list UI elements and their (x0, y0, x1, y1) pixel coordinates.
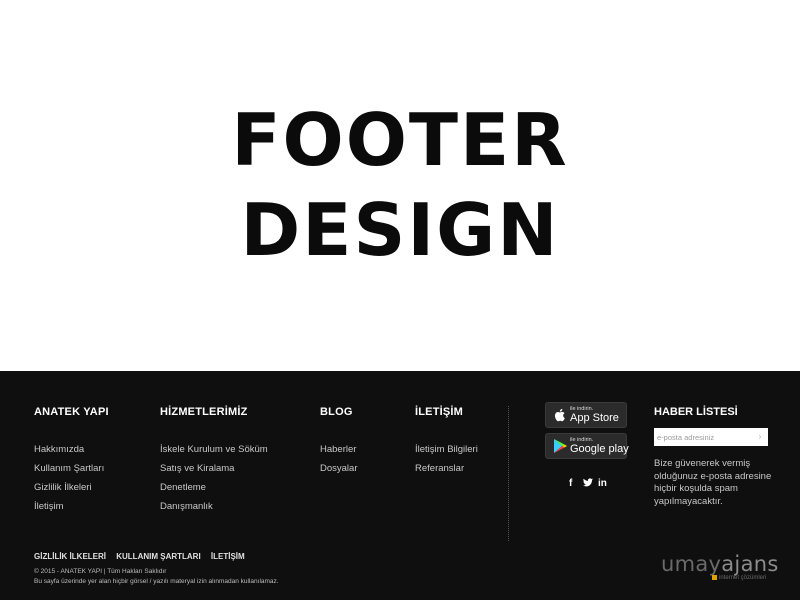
column-divider (508, 406, 509, 541)
linkedin-icon[interactable]: in (598, 478, 607, 489)
newsletter-heading: HABER LİSTESİ (654, 406, 738, 418)
twitter-bird-icon (583, 478, 593, 487)
brand-tagline-text: internet çözümleri (719, 575, 767, 582)
footer-link-consulting[interactable]: Danışmanlık (160, 497, 268, 516)
footer-link-privacy[interactable]: Gizlilik İlkeleri (34, 478, 109, 497)
brand-logo[interactable]: umayajans (661, 552, 779, 576)
apple-icon (554, 408, 565, 422)
footer-link-about[interactable]: Hakkımızda (34, 440, 109, 459)
chevron-right-icon[interactable]: › (755, 431, 765, 443)
footer-link-news[interactable]: Haberler (320, 440, 358, 459)
footer-link-sales-rental[interactable]: Satış ve Kiralama (160, 459, 268, 478)
copyright-block: © 2015 - ANATEK YAPI | Tüm Hakları Saklı… (34, 567, 279, 586)
newsletter-section: HABER LİSTESİ (654, 406, 738, 418)
usage-notice: Bu sayfa üzerinde yer alan hiçbir görsel… (34, 577, 279, 585)
hero-title-line1: FOOTER (231, 98, 569, 182)
footer-link-contact[interactable]: İletişim (34, 497, 109, 516)
google-play-button[interactable]: ile indirin. Google play (545, 433, 629, 459)
bottom-link-contact[interactable]: İLETİŞİM (211, 552, 245, 561)
google-play-label: Google play (570, 443, 629, 455)
hero-title-line2: DESIGN (240, 188, 560, 272)
column-heading: İLETİŞİM (415, 406, 464, 418)
hero-title: FOOTER DESIGN (0, 95, 800, 275)
footer-link-inspection[interactable]: Denetleme (160, 478, 268, 497)
footer-link-files[interactable]: Dosyalar (320, 459, 358, 478)
footer-column-contact: İLETİŞİM İletişim Bilgileri Referanslar (415, 406, 478, 478)
footer-link-terms[interactable]: Kullanım Şartları (34, 459, 109, 478)
newsletter-description: Bize güvenerek vermiş olduğunuz e-posta … (654, 458, 772, 507)
bottom-link-privacy[interactable]: GİZLİLİK İLKELERİ (34, 552, 106, 561)
hero-section: FOOTER DESIGN (0, 0, 800, 371)
footer-link-contact-info[interactable]: İletişim Bilgileri (415, 440, 478, 459)
column-heading: HİZMETLERİMİZ (160, 406, 248, 418)
brand-tagline: internet çözümleri (712, 575, 766, 581)
brand-part-2: ajans (721, 552, 779, 576)
column-heading: BLOG (320, 406, 353, 418)
footer-link-references[interactable]: Referanslar (415, 459, 478, 478)
footer-column-services: HİZMETLERİMİZ İskele Kurulum ve Söküm Sa… (160, 406, 268, 516)
footer-link-scaffold[interactable]: İskele Kurulum ve Söküm (160, 440, 268, 459)
app-store-label: App Store (570, 412, 619, 424)
app-store-button[interactable]: ile indirin. App Store (545, 402, 627, 428)
newsletter-email-input[interactable] (654, 428, 768, 446)
column-heading: ANATEK YAPI (34, 406, 109, 418)
facebook-icon[interactable]: f (569, 478, 572, 489)
copyright-text: © 2015 - ANATEK YAPI | Tüm Hakları Saklı… (34, 568, 167, 575)
google-play-icon (554, 439, 567, 453)
footer-column-company: ANATEK YAPI Hakkımızda Kullanım Şartları… (34, 406, 109, 516)
bottom-link-terms[interactable]: KULLANIM ŞARTLARI (116, 552, 200, 561)
brand-part-1: umay (661, 552, 722, 576)
footer-column-blog: BLOG Haberler Dosyalar (320, 406, 358, 478)
bottom-links: GİZLİLİK İLKELERİ KULLANIM ŞARTLARI İLET… (34, 552, 253, 561)
brand-mark-icon (712, 575, 717, 580)
twitter-icon[interactable] (583, 478, 593, 490)
